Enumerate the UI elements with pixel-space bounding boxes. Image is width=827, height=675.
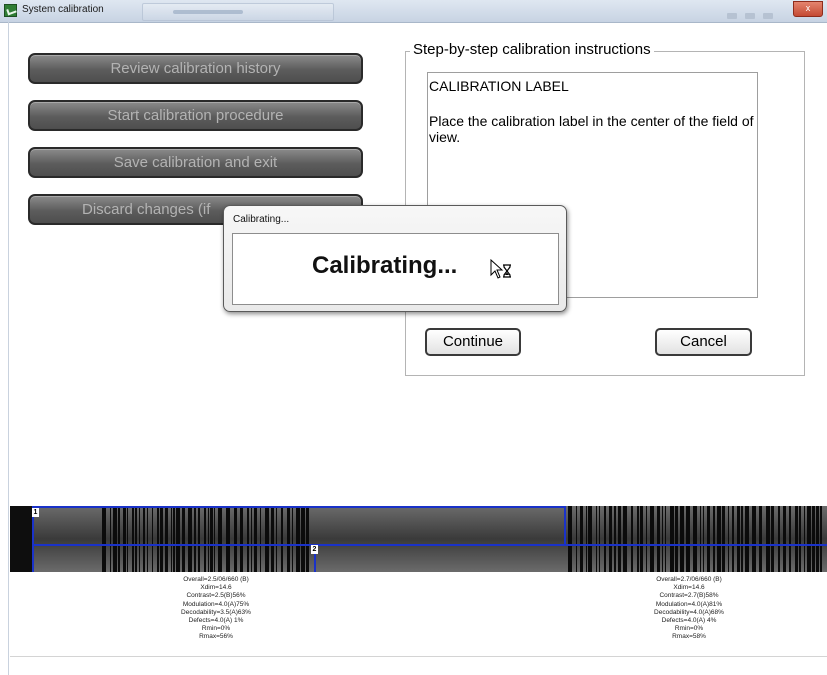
stat-line: Rmin=0%: [201, 625, 231, 633]
cancel-button[interactable]: Cancel: [655, 328, 752, 356]
grade-stats-left: Overall=2.5/06/660 (B) Xdim=14.6 Contras…: [116, 576, 316, 642]
barcode-bar: [703, 506, 704, 572]
calibrating-message: Calibrating...: [312, 252, 458, 279]
barcode-bar: [662, 506, 663, 572]
barcode-bar: [795, 506, 798, 572]
dialog-content: Calibrating...: [232, 233, 559, 305]
barcode-bar: [820, 506, 822, 572]
continue-button[interactable]: Continue: [425, 328, 521, 356]
barcode-bar: [646, 506, 647, 572]
barcode-bar: [599, 506, 600, 572]
barcode-bar: [588, 506, 592, 572]
barcode-bar: [665, 506, 666, 572]
start-calibration-procedure-button[interactable]: Start calibration procedure: [28, 100, 363, 131]
barcode-bar: [766, 506, 770, 572]
scan-region-2: [32, 544, 316, 572]
barcode-bar: [686, 506, 690, 572]
stat-line: Overall=2.7/06/660 (B): [656, 576, 722, 583]
barcode-bar: [707, 506, 710, 572]
barcode-bar: [586, 506, 587, 572]
barcode-bar: [700, 506, 701, 572]
barcode-bar: [771, 506, 774, 572]
save-calibration-and-exit-button[interactable]: Save calibration and exit: [28, 147, 363, 178]
stat-line: Contrast=2.7(B)58%: [659, 592, 719, 600]
stat-line: Defects=4.0(A) 1%: [188, 617, 244, 625]
barcode-bar: [670, 506, 674, 572]
barcode-bar: [728, 506, 729, 572]
stat-line: Decodability=3.5(A)63%: [181, 608, 251, 616]
barcode-bar: [807, 506, 811, 572]
barcode-bar: [693, 506, 697, 572]
stat-line: Contrast=2.5(B)56%: [186, 592, 246, 600]
grade-stats-right: Overall=2.7/06/660 (B) Xdim=14.6 Contras…: [589, 576, 789, 642]
stat-line: Xdim=14.6: [673, 584, 705, 592]
stat-line: Rmax=58%: [672, 633, 706, 641]
barcode-bar: [745, 506, 749, 572]
barcode-bar: [614, 506, 616, 572]
barcode-bar: [713, 506, 715, 572]
barcode-bar: [741, 506, 743, 572]
barcode-bar: [804, 506, 805, 572]
stat-line: Modulation=4.0(A)81%: [655, 600, 723, 608]
barcode-bar: [623, 506, 627, 572]
instructions-title: CALIBRATION LABEL: [429, 78, 569, 94]
window-left-border: [8, 22, 9, 675]
barcode-bars-right: [568, 506, 827, 572]
barcode-bar: [675, 506, 678, 572]
instructions-body: Place the calibration label in the cente…: [429, 113, 754, 145]
barcode-bar: [640, 506, 643, 572]
calibrating-dialog: Calibrating... Calibrating...: [223, 205, 567, 312]
barcode-bar: [722, 506, 725, 572]
scan-region-1: [32, 506, 566, 546]
stat-line: Rmax=56%: [199, 633, 233, 641]
barcode-bar: [717, 506, 721, 572]
barcode-image: 1 2: [10, 506, 827, 572]
stat-line: Xdim=14.6: [200, 584, 232, 592]
barcode-bar: [789, 506, 791, 572]
barcode-bar: [596, 506, 597, 572]
stat-line: Defects=4.0(A) 4%: [661, 617, 717, 625]
barcode-quiet-zone: [10, 506, 34, 572]
barcode-bar: [580, 506, 583, 572]
barcode-bar: [568, 506, 572, 572]
barcode-bar: [576, 506, 577, 572]
stat-line: Decodability=4.0(A)68%: [654, 608, 724, 616]
barcode-bar: [631, 506, 633, 572]
app-icon: [4, 4, 17, 17]
barcode-bar: [732, 506, 734, 572]
barcode-bar: [680, 506, 684, 572]
barcode-bar: [816, 506, 819, 572]
window-controls: [719, 6, 779, 19]
hourglass-cursor-icon: [490, 259, 511, 279]
barcode-bar: [752, 506, 756, 572]
scan-region-2-label: 2: [311, 545, 318, 554]
bottom-divider: [10, 656, 827, 657]
close-window-button[interactable]: x: [793, 1, 823, 17]
barcode-bar: [812, 506, 815, 572]
barcode-bar: [657, 506, 660, 572]
barcode-bar: [604, 506, 606, 572]
barcode-bar: [759, 506, 762, 572]
dialog-title: Calibrating...: [233, 214, 290, 225]
background-window-tab: [142, 3, 334, 21]
stat-line: Overall=2.5/06/660 (B): [183, 576, 249, 583]
barcode-bar: [799, 506, 801, 572]
scan-region-divider: [566, 544, 827, 546]
scan-region-1-label: 1: [32, 508, 39, 517]
window-title: System calibration: [22, 4, 104, 15]
title-bar: System calibration x: [0, 0, 827, 23]
review-calibration-history-button[interactable]: Review calibration history: [28, 53, 363, 84]
discard-changes-label: Discard changes (if: [82, 201, 211, 218]
barcode-bar: [637, 506, 639, 572]
barcode-bar: [783, 506, 786, 572]
barcode-bar: [609, 506, 612, 572]
stat-line: Rmin=0%: [674, 625, 704, 633]
instructions-legend: Step-by-step calibration instructions: [410, 41, 654, 58]
stat-line: Modulation=4.0(A)75%: [182, 600, 250, 608]
barcode-bar: [650, 506, 654, 572]
barcode-bar: [778, 506, 780, 572]
barcode-bar: [737, 506, 740, 572]
barcode-bar: [618, 506, 621, 572]
